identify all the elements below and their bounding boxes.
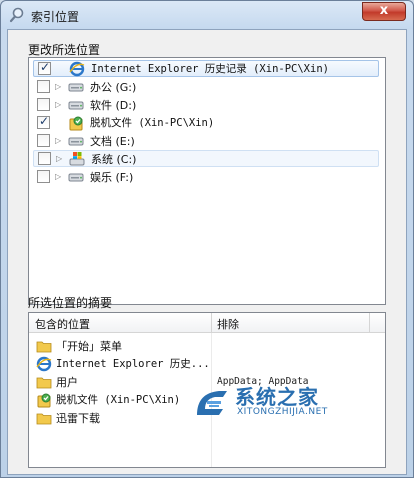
- list-header: 包含的位置 排除: [29, 313, 385, 333]
- folder-icon: [36, 341, 52, 352]
- tree-row-label: Internet Explorer 历史记录 (Xin-PC\Xin): [91, 63, 329, 75]
- watermark-text-cn: 系统之家: [235, 385, 319, 409]
- checkbox-drive-g[interactable]: [37, 80, 50, 93]
- site-watermark: 系统之家 XITONGZHIJIA.NET: [187, 381, 387, 425]
- checkbox-drive-d[interactable]: [37, 98, 50, 111]
- tree-row-drive-e[interactable]: ▷ 文档 (E:): [33, 132, 379, 149]
- list-item-location: 脱机文件 (Xin-PC\Xin): [56, 394, 181, 406]
- close-icon: x: [379, 3, 389, 18]
- list-item-ie-history[interactable]: Internet Explorer 历史...: [33, 355, 373, 372]
- hard-drive-icon: [68, 137, 84, 145]
- tree-row-label: 脱机文件 (Xin-PC\Xin): [90, 117, 215, 129]
- change-locations-label: 更改所选位置: [28, 43, 101, 57]
- search-magnifier-icon: [9, 7, 24, 23]
- column-separator[interactable]: [211, 313, 212, 333]
- list-item-location: 迅雷下载: [56, 411, 100, 425]
- chevron-right-icon[interactable]: ▷: [55, 172, 65, 181]
- checkbox-offline-files[interactable]: ✓: [37, 114, 50, 129]
- checkbox-drive-f[interactable]: [37, 170, 50, 183]
- tree-row-offline-files[interactable]: ✓ ▷ 脱机文件 (Xin-PC\Xin): [33, 114, 379, 131]
- column-separator[interactable]: [369, 313, 370, 333]
- close-button[interactable]: x: [362, 2, 406, 21]
- chevron-right-icon[interactable]: ▷: [55, 82, 65, 91]
- checkbox-drive-c[interactable]: [38, 152, 51, 165]
- watermark-logo-icon: [197, 391, 227, 415]
- hard-drive-icon: [68, 83, 84, 91]
- offline-files-icon: [37, 393, 51, 407]
- checkbox-ie-history[interactable]: ✓: [38, 60, 51, 75]
- tree-row-drive-f[interactable]: ▷ 娱乐 (F:): [33, 168, 379, 185]
- tree-row-label: 办公 (G:): [90, 80, 137, 94]
- tree-row-label: 文档 (E:): [90, 134, 135, 148]
- tree-row-label: 娱乐 (F:): [90, 170, 134, 184]
- list-item-location: 「开始」菜单: [56, 339, 122, 353]
- folder-icon: [36, 377, 52, 388]
- chevron-right-icon[interactable]: ▷: [55, 100, 65, 109]
- summary-label: 所选位置的摘要: [28, 296, 113, 310]
- tree-row-label: 软件 (D:): [90, 98, 137, 112]
- tree-row-drive-g[interactable]: ▷ 办公 (G:): [33, 78, 379, 95]
- title-bar[interactable]: 索引位置 x: [1, 1, 413, 29]
- folder-icon: [36, 413, 52, 424]
- offline-files-icon: [69, 116, 83, 130]
- hard-drive-icon: [68, 173, 84, 181]
- list-item-start-menu[interactable]: 「开始」菜单: [33, 337, 373, 354]
- list-item-location: 用户: [56, 375, 78, 389]
- column-header-excluded[interactable]: 排除: [217, 316, 239, 332]
- system-drive-icon: [69, 151, 85, 165]
- tree-row-ie-history[interactable]: ✓ ▷ Internet Explorer 历史记录 (Xin-PC\Xin): [33, 60, 379, 77]
- index-locations-window: 索引位置 x 更改所选位置 ✓ ▷ Internet Explorer 历史记录…: [0, 0, 414, 478]
- tree-row-label: 系统 (C:): [91, 152, 137, 166]
- internet-explorer-icon: [36, 356, 52, 371]
- hard-drive-icon: [68, 101, 84, 109]
- locations-tree[interactable]: ✓ ▷ Internet Explorer 历史记录 (Xin-PC\Xin) …: [28, 57, 386, 305]
- column-header-included[interactable]: 包含的位置: [35, 316, 90, 332]
- list-item-location: Internet Explorer 历史...: [56, 358, 210, 370]
- checkbox-drive-e[interactable]: [37, 134, 50, 147]
- watermark-text-en: XITONGZHIJIA.NET: [237, 407, 328, 417]
- chevron-right-icon[interactable]: ▷: [56, 154, 66, 163]
- tree-row-drive-c[interactable]: ▷ 系统 (C:): [33, 150, 379, 167]
- tree-row-drive-d[interactable]: ▷ 软件 (D:): [33, 96, 379, 113]
- window-title: 索引位置: [31, 10, 80, 24]
- internet-explorer-icon: [69, 61, 85, 76]
- chevron-right-icon[interactable]: ▷: [55, 136, 65, 145]
